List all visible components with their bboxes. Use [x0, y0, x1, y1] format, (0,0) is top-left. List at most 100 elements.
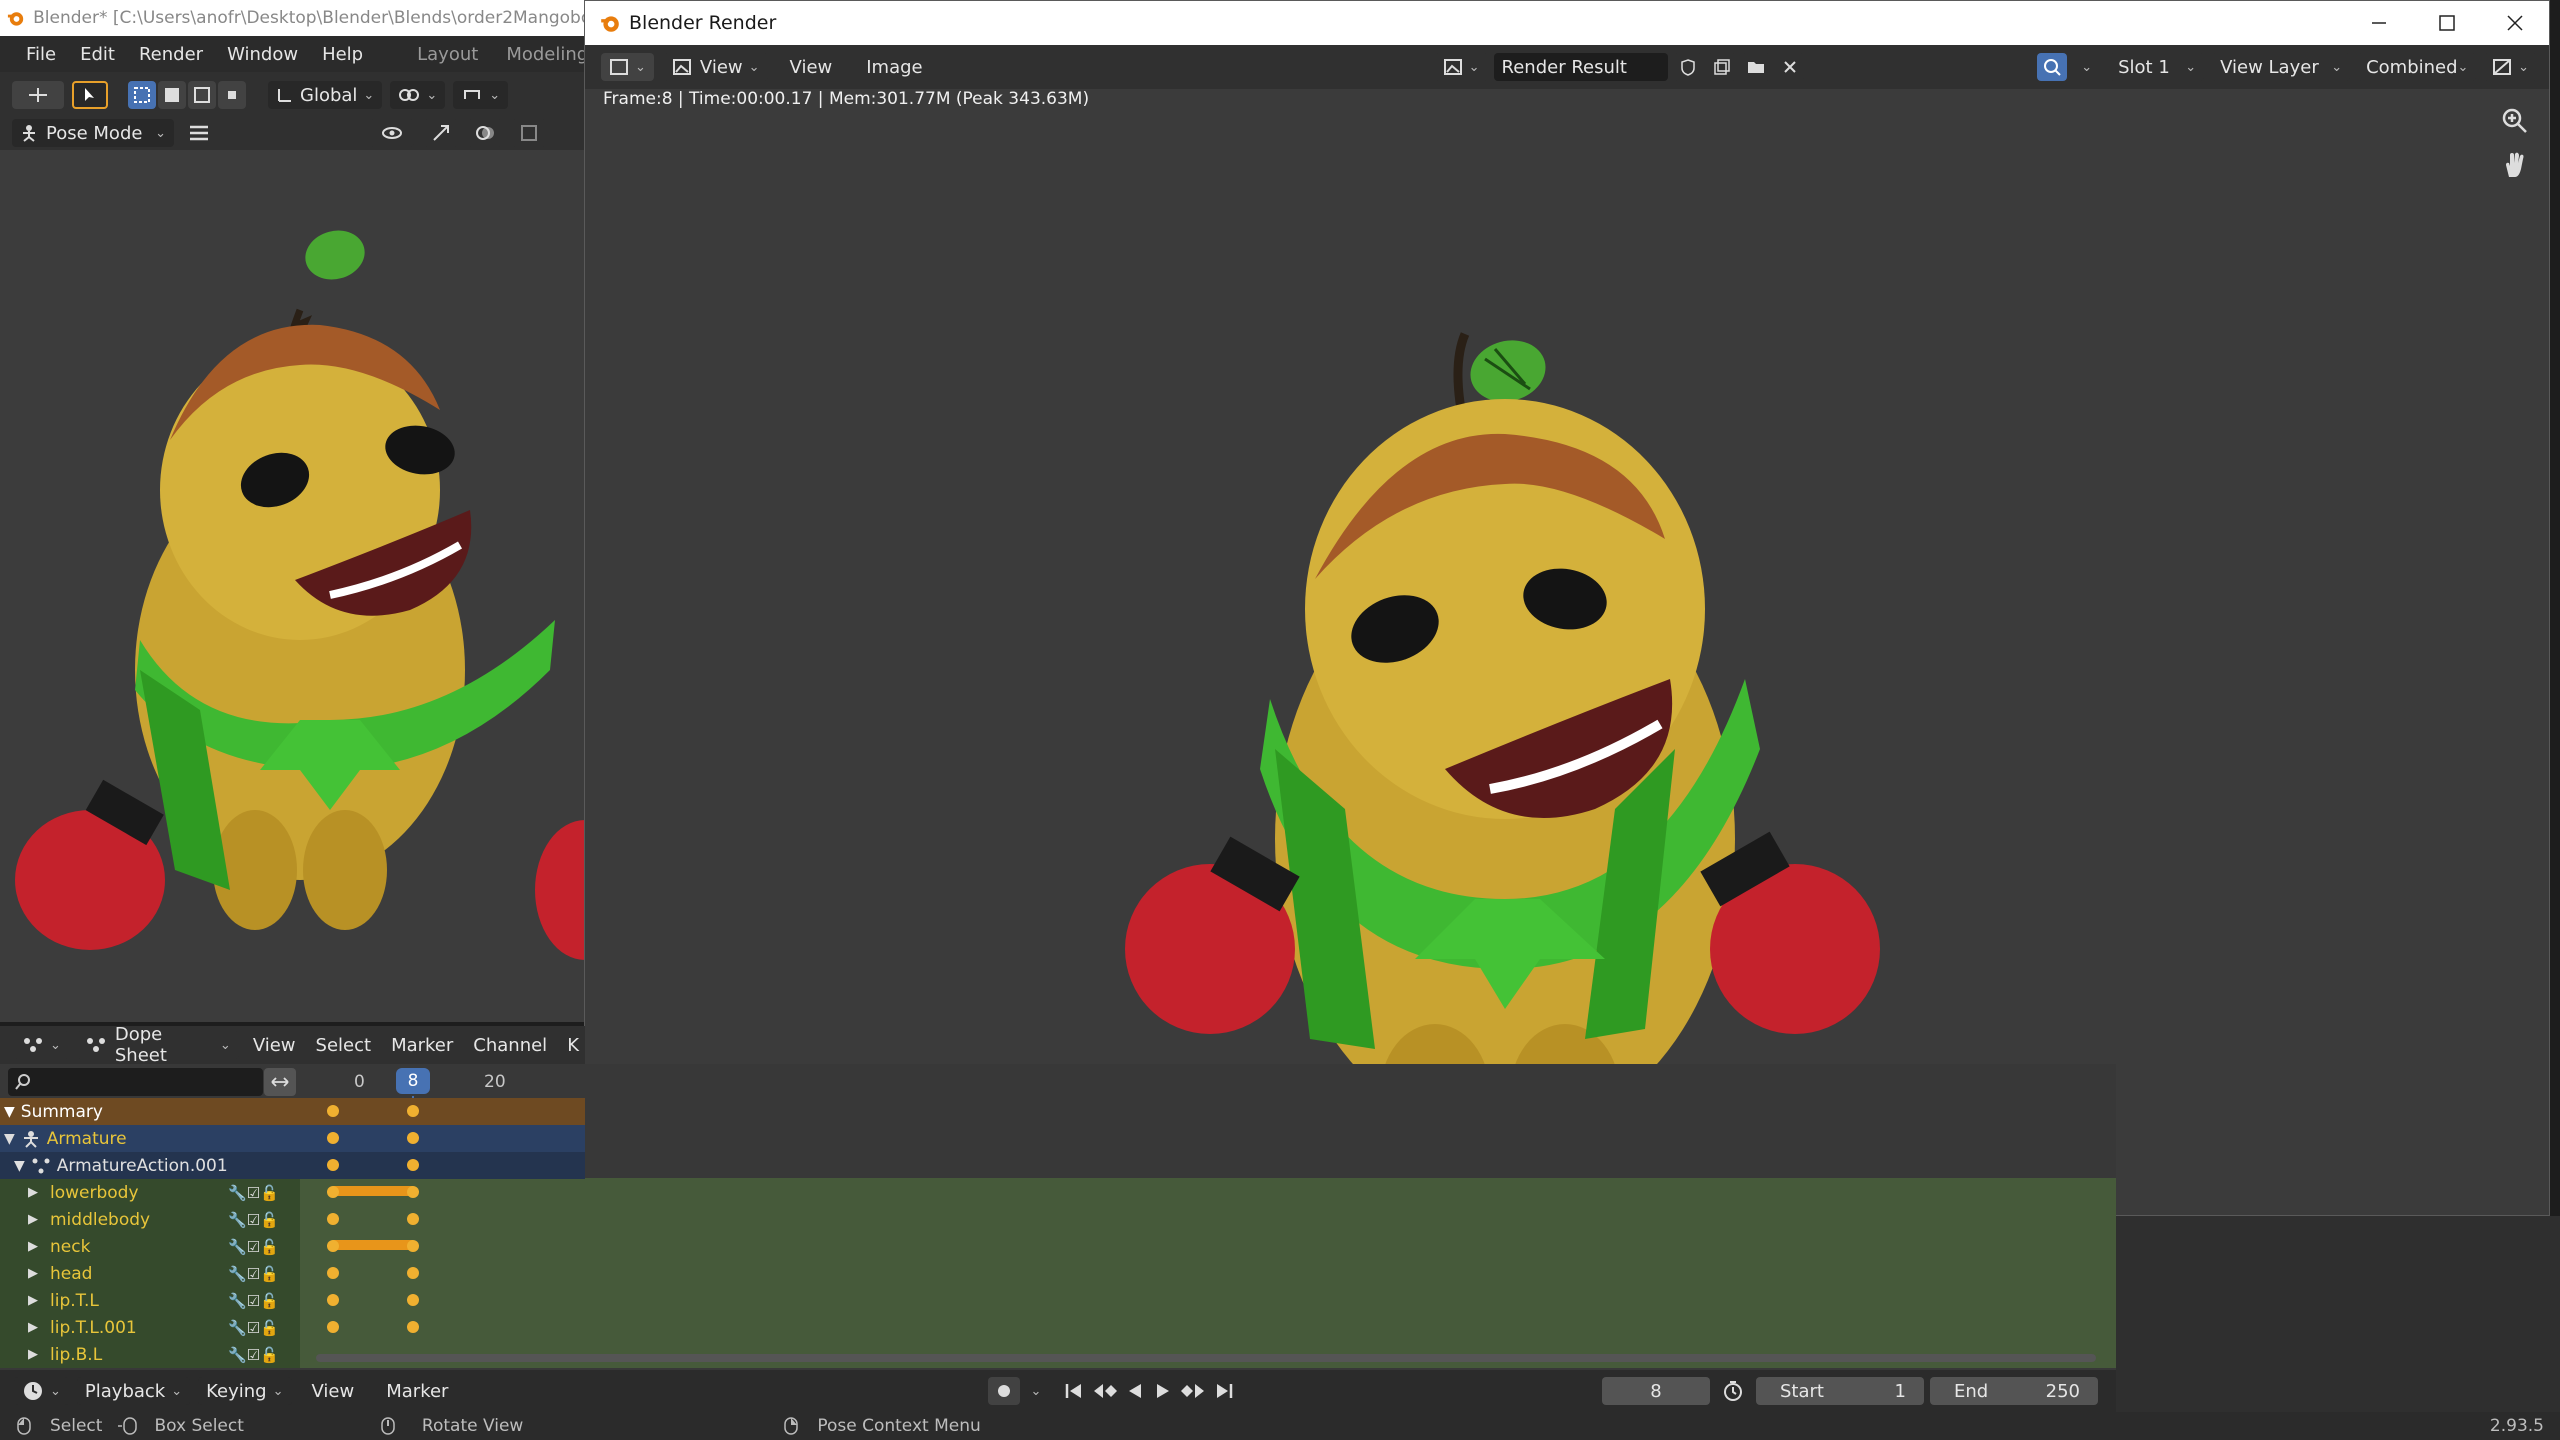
select-mode-subtract-button[interactable]	[188, 81, 216, 109]
channel-toggles[interactable]: 🔧☑🔓	[228, 1238, 300, 1256]
view-mode-dropdown[interactable]: View ⌄	[663, 53, 768, 81]
dope-sheet-mode-dropdown[interactable]: Dope Sheet ⌄	[76, 1024, 239, 1066]
pan-button[interactable]	[2501, 151, 2529, 179]
dope-sheet-editor-type[interactable]: ⌄	[14, 1031, 69, 1059]
editor-type-dropdown[interactable]: ⌄	[601, 53, 654, 81]
ds-menu-channel[interactable]: Channel	[467, 1035, 553, 1056]
pivot-dropdown[interactable]: ⌄	[390, 81, 446, 109]
visibility-dropdown[interactable]	[370, 119, 414, 147]
end-frame-field[interactable]: End 250	[1930, 1377, 2098, 1405]
sample-tool-dropdown[interactable]: ⌄	[2081, 60, 2092, 75]
current-frame-field[interactable]: 8	[1602, 1377, 1710, 1405]
render-canvas[interactable]	[585, 89, 2549, 1215]
menu-image[interactable]: Image	[854, 57, 934, 78]
play-reverse-button[interactable]	[1123, 1381, 1147, 1401]
keyframe[interactable]	[407, 1240, 419, 1252]
jump-start-button[interactable]	[1063, 1381, 1087, 1401]
keyframe[interactable]	[407, 1294, 419, 1306]
select-mode-extend-button[interactable]	[158, 81, 186, 109]
channel-toggles[interactable]: 🔧☑🔓	[228, 1292, 300, 1310]
close-button[interactable]	[2481, 1, 2549, 45]
keyframe[interactable]	[327, 1240, 339, 1252]
image-browse-button[interactable]: ⌄	[1434, 53, 1488, 81]
hamburger-menu-button[interactable]	[188, 123, 210, 143]
keyframe[interactable]	[327, 1186, 339, 1198]
view-layer-dropdown[interactable]: View Layer ⌄	[2212, 53, 2351, 81]
keyframe[interactable]	[407, 1321, 419, 1333]
image-name-field[interactable]: Render Result	[1493, 53, 1668, 81]
ds-menu-select[interactable]: Select	[310, 1035, 378, 1056]
channel-armature[interactable]: ▼ Armature	[0, 1125, 585, 1152]
minimize-button[interactable]	[2345, 1, 2413, 45]
editor-type-button[interactable]	[12, 81, 64, 109]
gizmo-toggle[interactable]	[424, 119, 458, 147]
keyframe-next-button[interactable]	[1179, 1381, 1207, 1401]
channel-toggles[interactable]: 🔧☑🔓	[228, 1346, 300, 1364]
dope-sheet-scrollbar[interactable]	[316, 1354, 2096, 1362]
menu-edit[interactable]: Edit	[68, 44, 127, 65]
channel-bone-lip-t-l-001[interactable]: ▶ lip.T.L.001 🔧☑🔓	[0, 1314, 300, 1341]
channel-bone-lip-t-l[interactable]: ▶ lip.T.L 🔧☑🔓	[0, 1287, 300, 1314]
keyframe[interactable]	[327, 1159, 339, 1171]
snap-dropdown[interactable]: ⌄	[453, 81, 509, 109]
render-pass-dropdown[interactable]: Combined ⌄	[2358, 53, 2477, 81]
channel-toggles[interactable]: 🔧☑🔓	[228, 1211, 300, 1229]
keyframe[interactable]	[327, 1132, 339, 1144]
keyframe[interactable]	[327, 1105, 339, 1117]
playback-menu[interactable]: Playback ⌄	[76, 1377, 191, 1405]
fake-user-button[interactable]	[1673, 53, 1702, 81]
keyframe[interactable]	[327, 1213, 339, 1225]
keyframe[interactable]	[407, 1105, 419, 1117]
dope-sheet-key-area[interactable]	[300, 1178, 2116, 1368]
current-frame-indicator[interactable]: 8	[396, 1068, 430, 1094]
start-frame-field[interactable]: Start 1	[1756, 1377, 1924, 1405]
display-channels-dropdown[interactable]: ⌄	[2484, 53, 2537, 81]
menu-view[interactable]: View	[778, 57, 845, 78]
maximize-button[interactable]	[2413, 1, 2481, 45]
sample-tool-button[interactable]	[2037, 53, 2068, 81]
select-mode-intersect-button[interactable]	[218, 81, 246, 109]
3d-viewport[interactable]	[0, 150, 585, 1022]
keyframe[interactable]	[407, 1186, 419, 1198]
tab-layout[interactable]: Layout	[403, 44, 492, 65]
channel-toggles[interactable]: 🔧☑🔓	[228, 1319, 300, 1337]
keyframe[interactable]	[407, 1267, 419, 1279]
select-tool-button[interactable]	[72, 81, 108, 109]
unlink-image-button[interactable]	[1775, 53, 1804, 81]
select-mode-new-button[interactable]	[128, 81, 156, 109]
new-image-button[interactable]	[1707, 53, 1736, 81]
xray-toggle[interactable]	[512, 119, 546, 147]
transform-orientation-dropdown[interactable]: Global ⌄	[268, 81, 383, 109]
channel-search-field[interactable]	[8, 1068, 263, 1096]
keyframe[interactable]	[407, 1132, 419, 1144]
zoom-button[interactable]	[2501, 107, 2529, 135]
keyframe[interactable]	[327, 1267, 339, 1279]
channel-action[interactable]: ▼ ArmatureAction.001	[0, 1152, 585, 1179]
play-button[interactable]	[1151, 1381, 1175, 1401]
interaction-mode-dropdown[interactable]: Pose Mode ⌄	[12, 119, 174, 147]
keying-menu[interactable]: Keying ⌄	[198, 1377, 292, 1405]
ds-menu-marker[interactable]: Marker	[385, 1035, 459, 1056]
channel-bone-lowerbody[interactable]: ▶ lowerbody 🔧☑🔓	[0, 1179, 300, 1206]
keyframe[interactable]	[407, 1159, 419, 1171]
channel-bone-lip-b-l[interactable]: ▶ lip.B.L 🔧☑🔓	[0, 1341, 300, 1368]
channel-summary[interactable]: ▼ Summary	[0, 1098, 585, 1125]
overlay-toggle[interactable]	[468, 119, 502, 147]
menu-file[interactable]: File	[14, 44, 68, 65]
menu-help[interactable]: Help	[310, 44, 375, 65]
timeline-menu-view[interactable]: View	[300, 1381, 367, 1402]
slot-dropdown[interactable]: Slot 1 ⌄	[2110, 53, 2205, 81]
channel-bone-middlebody[interactable]: ▶ middlebody 🔧☑🔓	[0, 1206, 300, 1233]
auto-keying-dropdown[interactable]: ⌄	[1030, 1384, 1041, 1399]
channel-bone-head[interactable]: ▶ head 🔧☑🔓	[0, 1260, 300, 1287]
menu-render[interactable]: Render	[127, 44, 215, 65]
menu-window[interactable]: Window	[215, 44, 310, 65]
ds-menu-view[interactable]: View	[247, 1035, 302, 1056]
keyframe[interactable]	[407, 1213, 419, 1225]
swap-filter-button[interactable]	[264, 1068, 296, 1096]
jump-end-button[interactable]	[1211, 1381, 1235, 1401]
keyframe[interactable]	[327, 1321, 339, 1333]
auto-keying-button[interactable]	[988, 1377, 1021, 1405]
keyframe[interactable]	[327, 1294, 339, 1306]
channel-bone-neck[interactable]: ▶ neck 🔧☑🔓	[0, 1233, 300, 1260]
